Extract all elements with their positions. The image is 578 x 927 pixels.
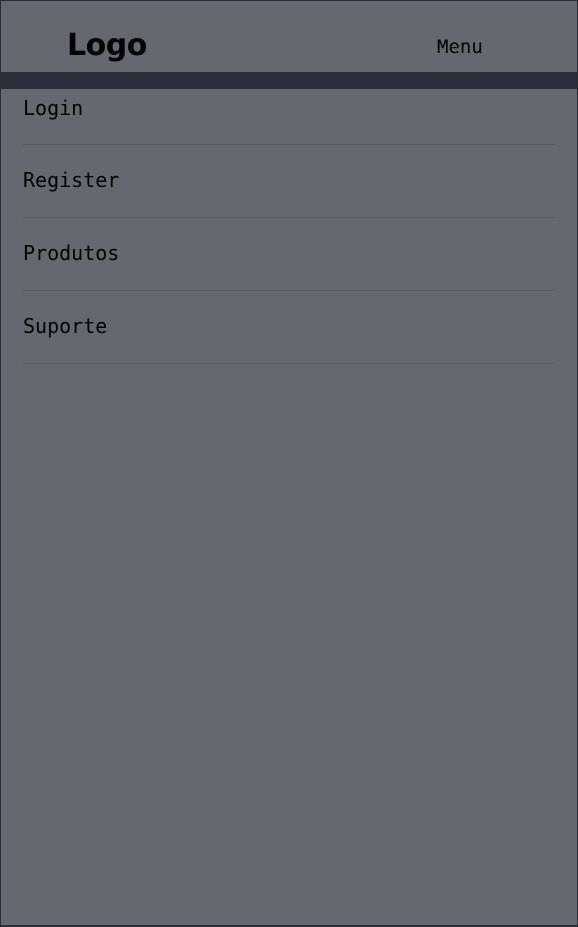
nav-item-label: Produtos xyxy=(23,241,120,265)
mobile-nav-menu: Login Register Produtos Suporte xyxy=(1,89,577,364)
nav-item-label: Suporte xyxy=(23,314,108,338)
nav-item-produtos[interactable]: Produtos xyxy=(23,218,555,291)
menu-toggle-button[interactable]: Menu xyxy=(437,34,483,60)
logo[interactable]: Logo xyxy=(67,26,147,66)
nav-item-label: Login xyxy=(23,96,84,120)
nav-item-suporte[interactable]: Suporte xyxy=(23,291,555,364)
header-divider-band xyxy=(1,72,577,89)
page: Logo Menu Login Register Produtos Suport… xyxy=(1,1,577,925)
nav-item-login[interactable]: Login xyxy=(23,89,555,145)
nav-item-label: Register xyxy=(23,168,120,192)
site-header: Logo Menu xyxy=(1,1,577,72)
nav-item-register[interactable]: Register xyxy=(23,145,555,218)
